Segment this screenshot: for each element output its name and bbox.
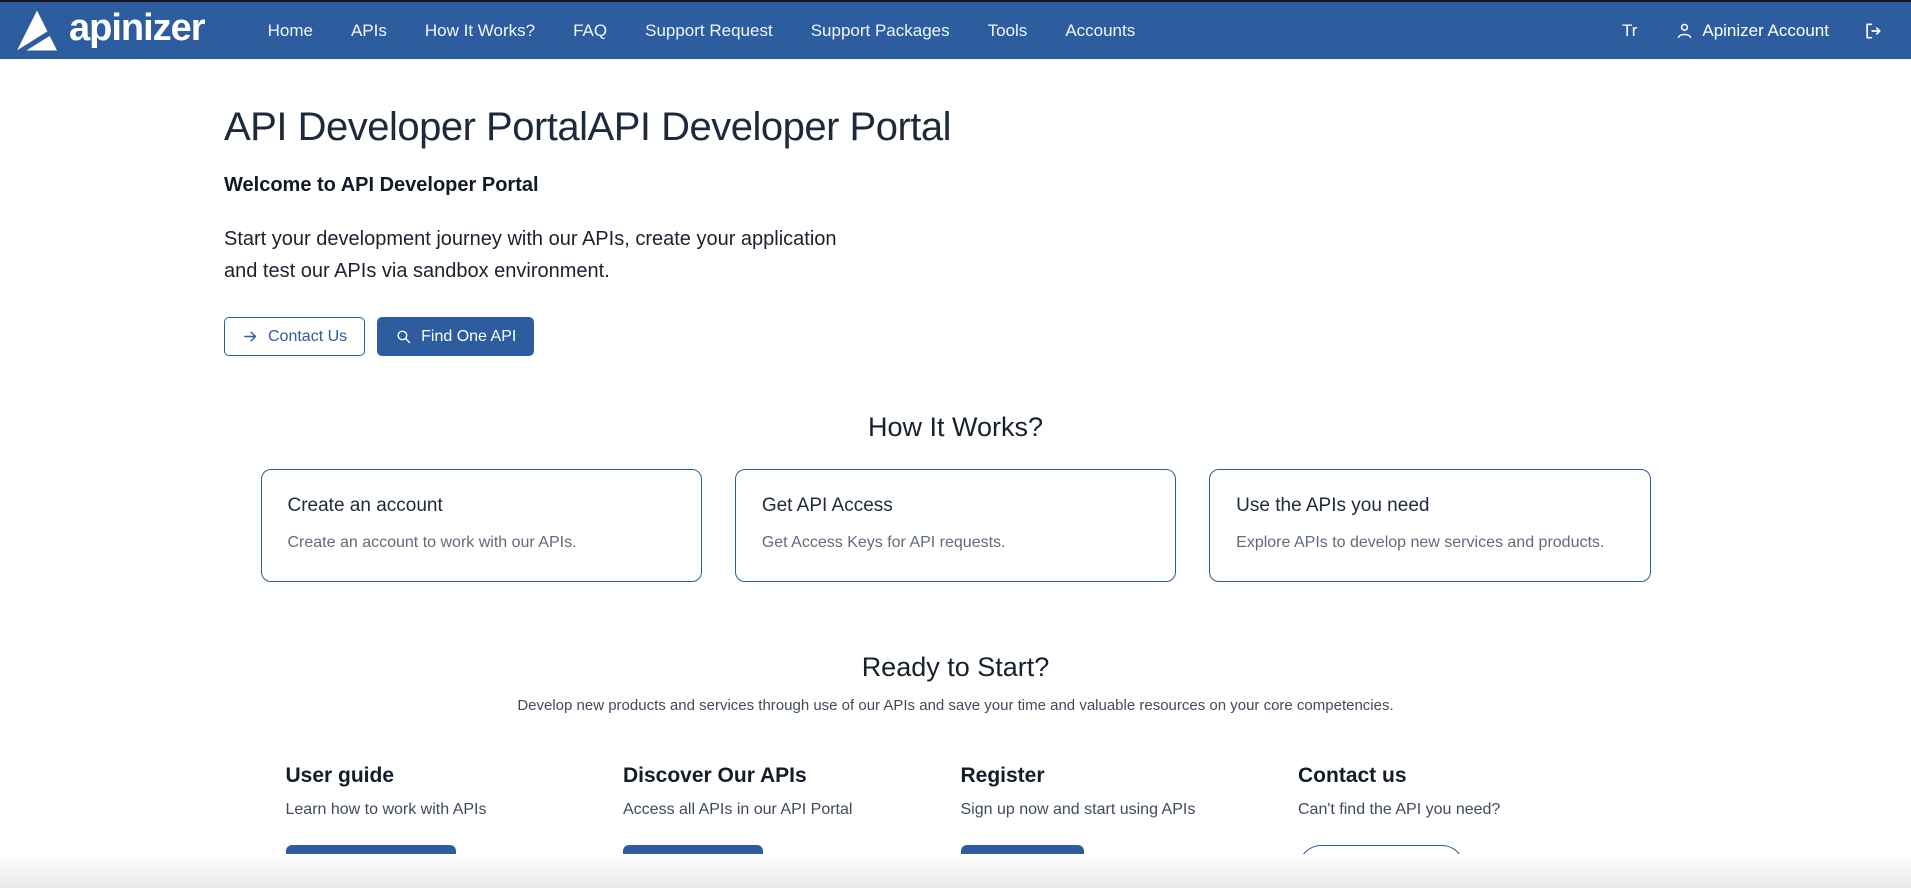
nav-item-support-request[interactable]: Support Request (626, 11, 792, 51)
column-title: Discover Our APIs (623, 764, 951, 788)
card-description: Create an account to work with our APIs. (288, 534, 675, 552)
card-description: Get Access Keys for API requests. (762, 534, 1149, 552)
card-title: Create an account (288, 495, 675, 517)
column-description: Learn how to work with APIs (286, 801, 614, 819)
nav-item-home[interactable]: Home (249, 11, 332, 51)
page-title: API Developer PortalAPI Developer Portal (224, 105, 1911, 150)
hero-section: API Developer PortalAPI Developer Portal… (0, 59, 1911, 356)
column-title: User guide (286, 764, 614, 788)
hero-welcome-heading: Welcome to API Developer Portal (224, 174, 1911, 197)
top-navbar: apinizer Home APIs How It Works? FAQ Sup… (0, 2, 1911, 59)
card-use-apis[interactable]: Use the APIs you need Explore APIs to de… (1209, 469, 1650, 582)
account-menu[interactable]: Apinizer Account (1675, 21, 1829, 41)
ready-to-start-section: Ready to Start? Develop new products and… (0, 652, 1911, 888)
column-title: Contact us (1298, 764, 1626, 788)
column-description: Can't find the API you need? (1298, 801, 1626, 819)
nav-item-accounts[interactable]: Accounts (1046, 11, 1154, 51)
card-create-account[interactable]: Create an account Create an account to w… (261, 469, 702, 582)
user-icon (1675, 21, 1694, 40)
card-title: Use the APIs you need (1236, 495, 1623, 517)
column-description: Access all APIs in our API Portal (623, 801, 951, 819)
contact-us-label: Contact Us (268, 327, 347, 346)
ready-subtitle: Develop new products and services throug… (0, 697, 1911, 714)
nav-item-tools[interactable]: Tools (969, 11, 1047, 51)
contact-us-button[interactable]: Contact Us (224, 317, 365, 356)
hero-description-line2: and test our APIs via sandbox environmen… (224, 260, 610, 282)
hero-description-line1: Start your development journey with our … (224, 228, 837, 250)
footer-fade (0, 854, 1911, 888)
hero-description: Start your development journey with our … (224, 223, 1911, 287)
apinizer-logo-icon (15, 9, 59, 53)
brand-logo-link[interactable]: apinizer (15, 9, 205, 53)
main-navigation: Home APIs How It Works? FAQ Support Requ… (249, 11, 1155, 51)
logout-icon[interactable] (1863, 21, 1883, 41)
find-one-api-button[interactable]: Find One API (377, 317, 534, 356)
account-label: Apinizer Account (1702, 21, 1829, 41)
nav-item-faq[interactable]: FAQ (554, 11, 626, 51)
find-one-api-label: Find One API (421, 327, 516, 346)
card-description: Explore APIs to develop new services and… (1236, 534, 1623, 552)
search-icon (395, 328, 412, 345)
column-description: Sign up now and start using APIs (961, 801, 1289, 819)
column-title: Register (961, 764, 1289, 788)
language-toggle[interactable]: Tr (1618, 13, 1641, 49)
arrow-right-icon (242, 328, 259, 345)
card-get-api-access[interactable]: Get API Access Get Access Keys for API r… (735, 469, 1176, 582)
nav-item-support-packages[interactable]: Support Packages (792, 11, 969, 51)
brand-name: apinizer (69, 9, 205, 53)
hero-buttons: Contact Us Find One API (224, 317, 1911, 356)
how-it-works-cards: Create an account Create an account to w… (261, 469, 1651, 582)
nav-item-how-it-works[interactable]: How It Works? (406, 11, 554, 51)
how-it-works-title: How It Works? (0, 412, 1911, 443)
ready-title: Ready to Start? (0, 652, 1911, 683)
card-title: Get API Access (762, 495, 1149, 517)
how-it-works-section: How It Works? Create an account Create a… (0, 412, 1911, 582)
nav-item-apis[interactable]: APIs (332, 11, 406, 51)
navbar-right: Tr Apinizer Account (1618, 13, 1883, 49)
